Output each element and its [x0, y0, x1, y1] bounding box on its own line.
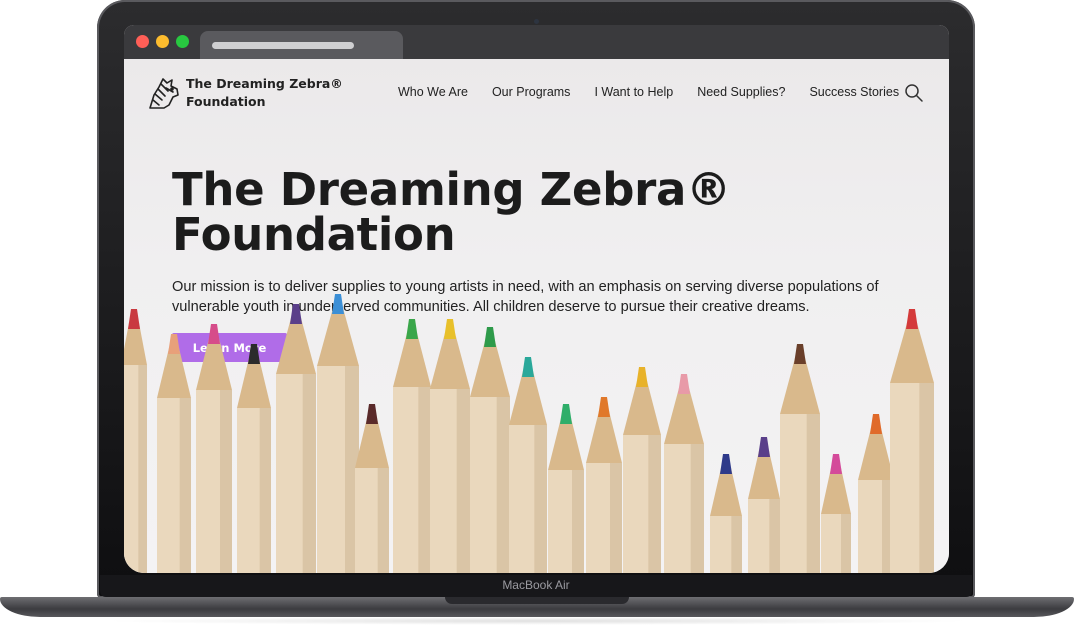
pencil	[276, 304, 316, 573]
pencil	[470, 327, 510, 573]
pencil	[196, 324, 232, 573]
pencil	[780, 344, 820, 573]
laptop-notch	[445, 597, 629, 604]
pencil	[858, 414, 894, 573]
pencil	[748, 437, 780, 573]
hero-title-line1: The Dreaming Zebra®	[172, 163, 731, 216]
model-label: MacBook Air	[502, 578, 570, 592]
pencil	[237, 344, 271, 573]
colored-pencils-image	[124, 294, 934, 573]
tab-title-placeholder	[212, 42, 354, 49]
pencil	[586, 397, 622, 573]
zebra-logo-icon	[149, 78, 179, 109]
hero-title: The Dreaming Zebra® Foundation	[172, 167, 731, 257]
pencil	[664, 374, 704, 573]
pencil	[548, 404, 584, 573]
main-nav: Who We Are Our Programs I Want to Help N…	[398, 85, 899, 99]
laptop-screen: The Dreaming Zebra® Foundation Who We Ar…	[124, 25, 949, 573]
pencil	[317, 294, 359, 573]
nav-success-stories[interactable]: Success Stories	[809, 85, 899, 99]
pencil	[393, 319, 431, 573]
pencil	[623, 367, 661, 573]
maximize-window-button[interactable]	[176, 35, 189, 48]
search-icon[interactable]	[904, 83, 924, 103]
laptop-shadow	[100, 617, 974, 625]
logo-text-line1: The Dreaming Zebra®	[186, 76, 343, 91]
browser-tab[interactable]	[200, 31, 403, 59]
nav-need-supplies[interactable]: Need Supplies?	[697, 85, 785, 99]
nav-i-want-to-help[interactable]: I Want to Help	[594, 85, 673, 99]
pencil	[710, 454, 742, 573]
pencil	[890, 309, 934, 573]
pencil	[430, 319, 470, 573]
minimize-window-button[interactable]	[156, 35, 169, 48]
close-window-button[interactable]	[136, 35, 149, 48]
browser-chrome	[124, 25, 949, 59]
pencil	[355, 404, 389, 573]
pencil	[509, 357, 547, 573]
pencil	[124, 309, 147, 573]
pencil	[157, 334, 191, 573]
hero-title-line2: Foundation	[172, 208, 456, 261]
website: The Dreaming Zebra® Foundation Who We Ar…	[124, 59, 949, 573]
nav-our-programs[interactable]: Our Programs	[492, 85, 571, 99]
pencil	[821, 454, 851, 573]
site-logo[interactable]: The Dreaming Zebra® Foundation	[144, 75, 343, 111]
camera	[534, 19, 539, 24]
logo-text-line2: Foundation	[186, 94, 266, 109]
nav-who-we-are[interactable]: Who We Are	[398, 85, 468, 99]
